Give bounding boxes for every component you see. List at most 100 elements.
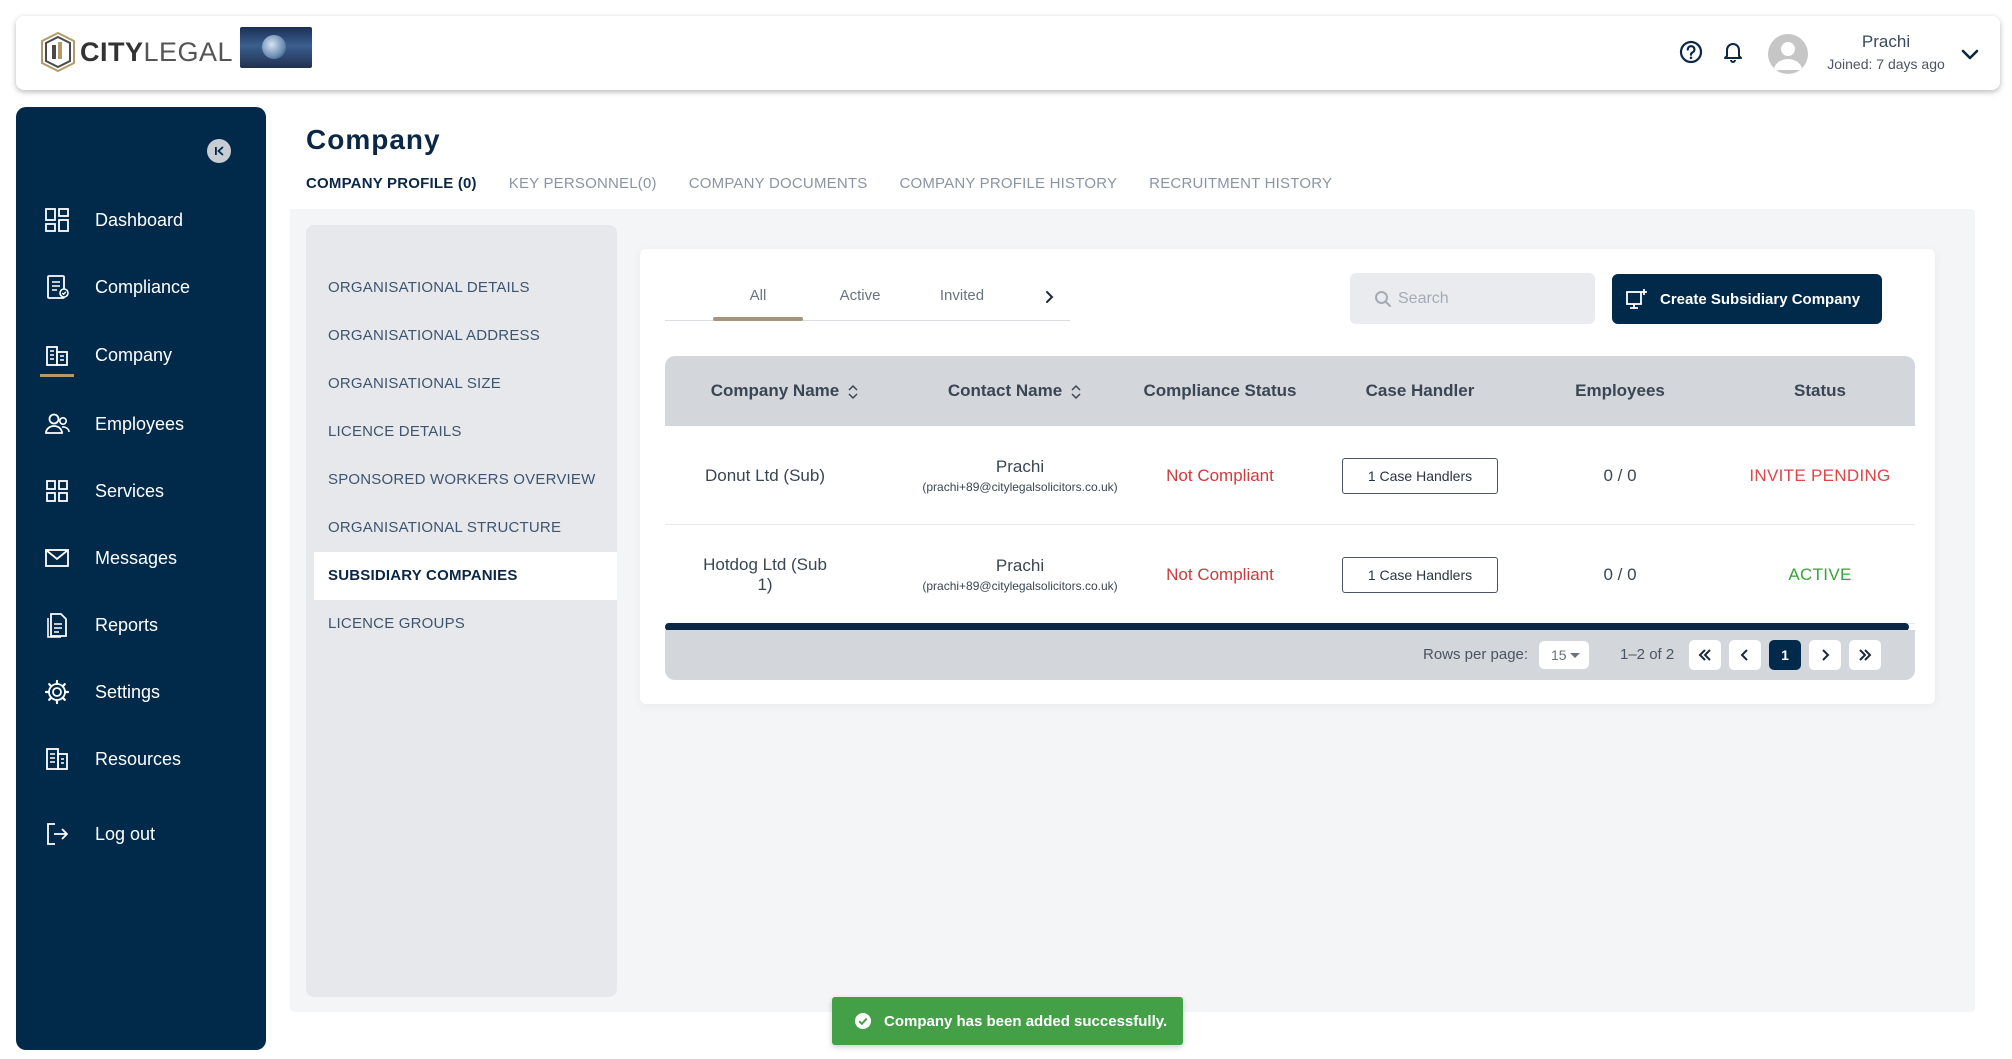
user-avatar-icon: [1774, 42, 1802, 70]
help-icon[interactable]: [1677, 38, 1705, 66]
pagination-range: 1–2 of 2: [1620, 646, 1675, 663]
user-name: Prachi: [1861, 32, 1911, 51]
create-subsidiary-company-button[interactable]: Create Subsidiary Company: [1612, 274, 1882, 324]
tab-company-profile-history[interactable]: COMPANY PROFILE HISTORY: [883, 163, 1133, 209]
menu-item-organisational-address[interactable]: ORGANISATIONAL ADDRESS: [314, 312, 617, 360]
chevron-right-icon[interactable]: [1039, 287, 1059, 307]
chevron-down-icon[interactable]: [1958, 42, 1982, 66]
success-toast: Company has been added successfully.: [832, 997, 1183, 1045]
company-tabs: COMPANY PROFILE (0) KEY PERSONNEL(0) COM…: [290, 163, 1348, 209]
case-handlers-button[interactable]: 1 Case Handlers: [1342, 556, 1498, 593]
sidebar-item-employees[interactable]: Employees: [16, 394, 266, 454]
column-header-contact-name[interactable]: Contact Name: [915, 356, 1115, 426]
notification-bell-icon[interactable]: [1719, 37, 1747, 65]
sidebar-item-label: Compliance: [95, 276, 191, 297]
sidebar-item-label: Messages: [95, 547, 178, 568]
sidebar-item-logout[interactable]: Log out: [16, 804, 266, 864]
filter-tab-indicator: [713, 317, 803, 321]
logout-icon: [47, 823, 68, 845]
sidebar-item-label: Company: [95, 344, 173, 365]
table-header: Company Name Contact Name Compliance Sta…: [665, 356, 1915, 426]
tab-key-personnel[interactable]: KEY PERSONNEL(0): [493, 163, 673, 209]
first-page-button[interactable]: [1689, 640, 1721, 670]
column-header-employees: Employees: [1575, 381, 1665, 400]
status-badge: ACTIVE: [1788, 564, 1852, 584]
pagination-bar: Rows per page: 15 1–2 of 2 1: [665, 630, 1915, 680]
company-building-icon: [46, 346, 68, 366]
resources-icon: [46, 748, 68, 770]
table-row[interactable]: Donut Ltd (Sub) Prachi (prachi+89@cityle…: [665, 426, 1915, 525]
company-name-cell: Hotdog Ltd (Sub 1): [703, 554, 827, 594]
column-header-compliance-status: Compliance Status: [1143, 381, 1297, 400]
check-circle-icon: [855, 1013, 871, 1029]
sidebar-item-label: Services: [95, 480, 165, 501]
services-grid-icon: [46, 480, 68, 502]
menu-item-subsidiary-companies[interactable]: SUBSIDIARY COMPANIES: [314, 552, 617, 600]
table-row[interactable]: Hotdog Ltd (Sub 1) Prachi (prachi+89@cit…: [665, 525, 1915, 624]
tab-recruitment-history[interactable]: RECRUITMENT HISTORY: [1133, 163, 1348, 209]
sidebar-item-messages[interactable]: Messages: [16, 528, 266, 588]
last-page-button[interactable]: [1849, 640, 1881, 670]
add-company-icon: [1626, 289, 1647, 309]
case-handler-cell: 1 Case Handlers: [1320, 426, 1520, 525]
menu-item-organisational-size[interactable]: ORGANISATIONAL SIZE: [314, 360, 617, 408]
column-header-company-name[interactable]: Company Name: [685, 356, 885, 426]
status-filter-tabs: All Active Invited: [665, 274, 1070, 321]
page-button-current[interactable]: 1: [1769, 640, 1801, 670]
double-chevron-right-icon: [1859, 649, 1872, 661]
filter-tab-invited[interactable]: Invited: [917, 274, 1007, 320]
search-input[interactable]: [1398, 289, 1578, 308]
rows-per-page-label: Rows per page:: [1423, 646, 1529, 663]
previous-page-button[interactable]: [1729, 640, 1761, 670]
employees-cell: 0 / 0: [1603, 465, 1637, 485]
contact-name: Prachi: [995, 457, 1045, 476]
profile-section-menu: ORGANISATIONAL DETAILS ORGANISATIONAL AD…: [306, 225, 617, 997]
sidebar-item-resources[interactable]: Resources: [16, 729, 266, 789]
sidebar-item-dashboard[interactable]: Dashboard: [16, 190, 266, 250]
menu-item-licence-details[interactable]: LICENCE DETAILS: [314, 408, 617, 456]
employees-cell: 0 / 0: [1603, 564, 1637, 584]
filter-tab-active[interactable]: Active: [815, 274, 905, 320]
chevron-left-icon: [1740, 649, 1748, 661]
user-joined-text: Joined: 7 days ago: [1827, 56, 1945, 72]
column-header-case-handler: Case Handler: [1365, 381, 1475, 400]
sidebar-item-reports[interactable]: Reports: [16, 595, 266, 655]
sidebar-item-label: Reports: [95, 614, 159, 635]
compliance-status-cell: Not Compliant: [1166, 465, 1274, 485]
collapse-left-icon: [215, 146, 224, 156]
filter-tab-all[interactable]: All: [713, 274, 803, 320]
sidebar: Dashboard Compliance Company Employees S…: [16, 107, 266, 1050]
chevron-right-icon: [1822, 649, 1830, 661]
user-avatar[interactable]: [1768, 34, 1808, 74]
next-page-button[interactable]: [1809, 640, 1841, 670]
sidebar-item-settings[interactable]: Settings: [16, 662, 266, 722]
sidebar-item-label: Resources: [95, 748, 182, 769]
sidebar-item-company[interactable]: Company: [16, 325, 266, 385]
menu-item-organisational-details[interactable]: ORGANISATIONAL DETAILS: [314, 264, 617, 312]
tab-company-documents[interactable]: COMPANY DOCUMENTS: [673, 163, 884, 209]
sidebar-item-compliance[interactable]: Compliance: [16, 257, 266, 317]
menu-item-sponsored-workers-overview[interactable]: SPONSORED WORKERS OVERVIEW: [314, 456, 617, 504]
column-header-status: Status: [1794, 381, 1846, 400]
compliance-icon: [47, 275, 69, 299]
company-name-cell: Donut Ltd (Sub): [704, 465, 825, 485]
organisation-logo-image: [240, 27, 312, 68]
menu-item-licence-groups[interactable]: LICENCE GROUPS: [314, 600, 617, 648]
sidebar-item-label: Log out: [95, 823, 156, 844]
collapse-sidebar-button[interactable]: [207, 139, 231, 163]
logo-mark-icon: [41, 31, 75, 73]
sidebar-item-label: Settings: [95, 681, 161, 702]
rows-per-page-select[interactable]: 15: [1539, 641, 1589, 669]
double-chevron-left-icon: [1698, 649, 1711, 661]
sidebar-item-label: Dashboard: [95, 209, 184, 230]
page-title: Company: [306, 124, 441, 155]
gear-icon: [44, 679, 70, 705]
case-handler-cell: 1 Case Handlers: [1320, 525, 1520, 624]
tab-company-profile[interactable]: COMPANY PROFILE (0): [290, 163, 493, 209]
menu-item-organisational-structure[interactable]: ORGANISATIONAL STRUCTURE: [314, 504, 617, 552]
sidebar-item-label: Employees: [95, 413, 185, 434]
sort-icon: [848, 384, 858, 399]
sidebar-item-services[interactable]: Services: [16, 461, 266, 521]
citylegal-logo[interactable]: CITYLEGAL: [38, 28, 233, 76]
case-handlers-button[interactable]: 1 Case Handlers: [1342, 457, 1498, 494]
